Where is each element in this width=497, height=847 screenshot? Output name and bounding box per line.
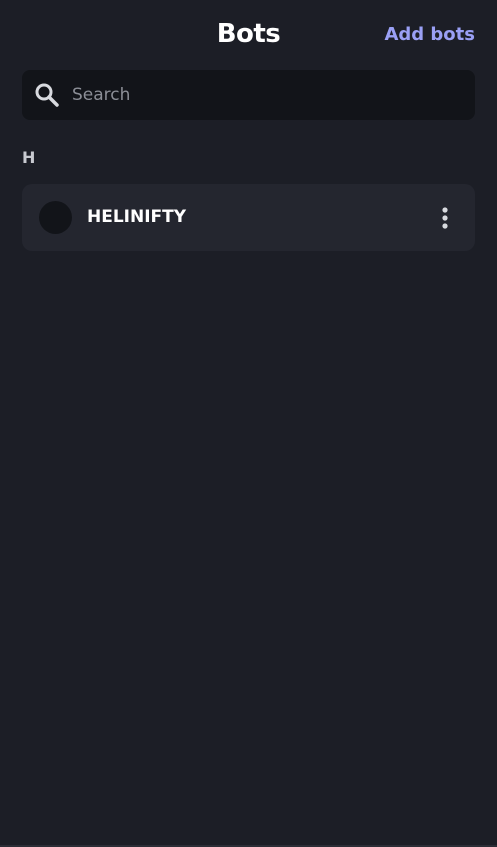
bot-list-item[interactable]: HELINIFTY [22, 184, 475, 251]
header: Bots Add bots [0, 0, 497, 70]
avatar [39, 201, 72, 234]
bot-name: HELINIFTY [87, 207, 187, 227]
add-bots-button[interactable]: Add bots [384, 23, 475, 47]
more-options-button[interactable] [429, 204, 461, 232]
search-icon [34, 82, 60, 108]
section-header-h: H [22, 148, 36, 167]
search-input[interactable] [72, 70, 462, 120]
more-vertical-icon [442, 207, 448, 229]
search-bar[interactable] [22, 70, 475, 120]
